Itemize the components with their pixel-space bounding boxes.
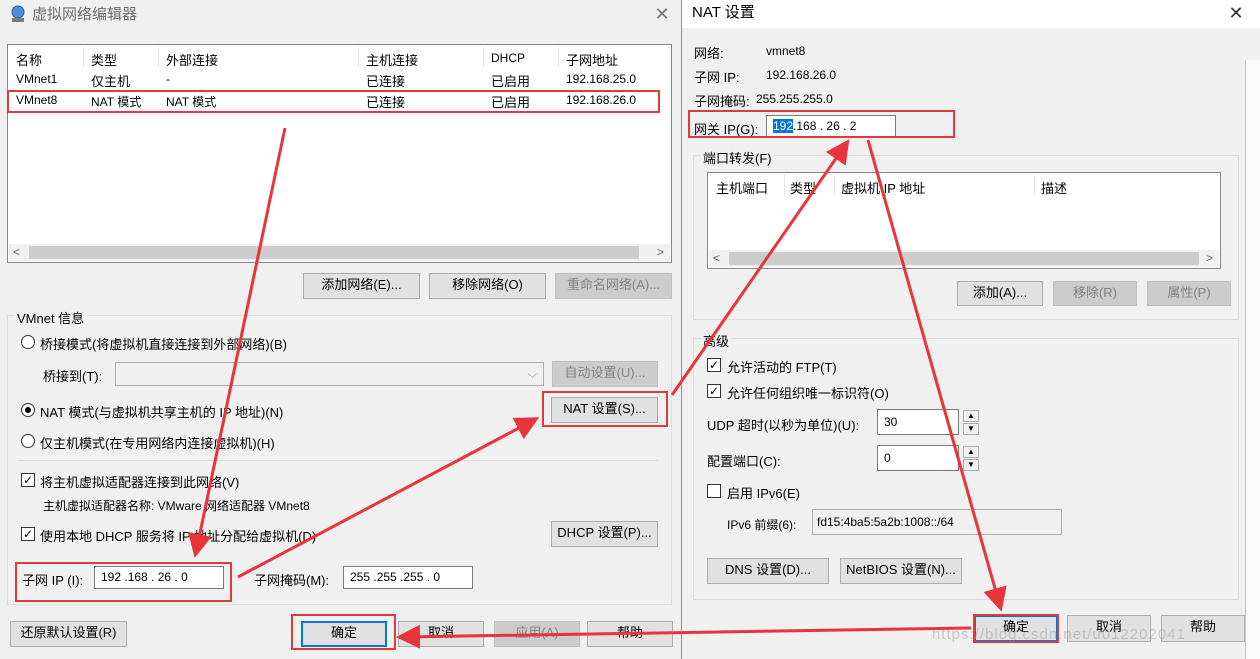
arrow-gateway-to-ok xyxy=(866,139,1007,612)
arrow-subnet-to-nat-settings xyxy=(237,417,540,579)
arrow-nat-ok-to-ok xyxy=(396,624,972,649)
arrow-vmnet8-to-subnet xyxy=(187,127,287,558)
arrow-nat-settings-to-gateway xyxy=(670,139,850,396)
annotation-arrows xyxy=(187,127,1007,649)
